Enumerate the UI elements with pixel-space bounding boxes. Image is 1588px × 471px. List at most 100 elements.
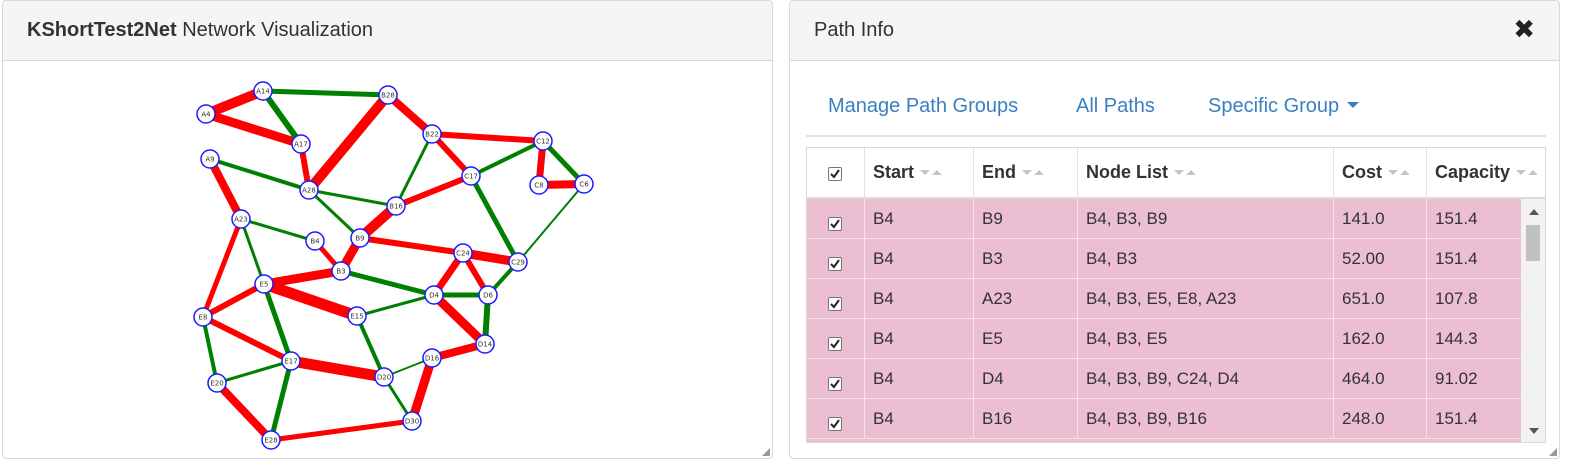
network-panel-resize-grip[interactable] xyxy=(762,448,770,456)
node-e5[interactable]: E5 xyxy=(254,274,274,294)
node-d16[interactable]: D16 xyxy=(422,348,442,368)
node-label: A9 xyxy=(205,156,214,164)
node-d30[interactable]: D30 xyxy=(402,411,422,431)
column-header-start[interactable]: Start xyxy=(865,148,974,197)
node-c24[interactable]: C24 xyxy=(453,243,473,263)
nav-manage-path-groups[interactable]: Manage Path Groups xyxy=(828,95,1018,118)
table-row[interactable]: B4 A23 B4, B3, E5, E8, A23 651.0 107.8 xyxy=(807,279,1521,319)
table-row[interactable]: B4 B16 B4, B3, B9, B16 248.0 151.4 xyxy=(807,399,1521,439)
table-body: B4 B9 B4, B3, B9 141.0 151.4 B4 B3 B4, B… xyxy=(807,199,1521,442)
edge-c6-c29[interactable] xyxy=(517,183,585,263)
row-checkbox[interactable] xyxy=(828,417,842,431)
node-e17[interactable]: E17 xyxy=(281,351,301,371)
chevron-down-icon xyxy=(1347,102,1360,108)
edge-d4-d14[interactable] xyxy=(430,291,489,348)
path-info-nav: Manage Path Groups All Paths Specific Gr… xyxy=(806,61,1546,137)
table-row[interactable]: B4 B9 B4, B3, B9 141.0 151.4 xyxy=(807,199,1521,239)
cell-capacity: 107.8 xyxy=(1435,289,1478,308)
node-c6[interactable]: C6 xyxy=(574,174,594,194)
node-label: D14 xyxy=(478,341,493,349)
node-e8[interactable]: E8 xyxy=(193,307,213,327)
node-a14[interactable]: A14 xyxy=(253,81,273,101)
edge-b3-d4[interactable] xyxy=(340,268,435,298)
edge-b9-c24[interactable] xyxy=(359,235,464,256)
node-a4[interactable]: A4 xyxy=(196,104,216,124)
column-header-node-list[interactable]: Node List xyxy=(1078,148,1334,197)
row-checkbox[interactable] xyxy=(828,297,842,311)
node-d6[interactable]: D6 xyxy=(478,285,498,305)
node-b4[interactable]: B4 xyxy=(305,231,325,251)
node-label: E5 xyxy=(260,281,269,289)
edge-c12-c17[interactable] xyxy=(470,139,544,178)
edge-d4-e15[interactable] xyxy=(356,293,435,318)
edge-a23-b4[interactable] xyxy=(240,217,316,243)
table-row[interactable]: B4 B3 B4, B3 52.00 151.4 xyxy=(807,239,1521,279)
path-info-resize-grip[interactable] xyxy=(1549,448,1557,456)
edge-e17-d20[interactable] xyxy=(290,355,385,383)
scroll-up-icon[interactable] xyxy=(1529,209,1539,215)
node-c29[interactable]: C29 xyxy=(508,252,528,272)
column-label-cost: Cost xyxy=(1342,162,1382,182)
row-checkbox[interactable] xyxy=(828,337,842,351)
row-checkbox[interactable] xyxy=(828,377,842,391)
edge-b22-c12[interactable] xyxy=(431,131,544,144)
nav-specific-group[interactable]: Specific Group xyxy=(1208,95,1360,118)
cell-capacity: 151.4 xyxy=(1435,209,1478,228)
node-e20[interactable]: E20 xyxy=(207,373,227,393)
node-a23[interactable]: A23 xyxy=(231,209,251,229)
node-c8[interactable]: C8 xyxy=(529,175,549,195)
node-b9[interactable]: B9 xyxy=(350,228,370,248)
network-graph[interactable]: A4 A14 B28 A9 A17 B22 C12 C17 C8 C6 A28 B16 A23 B4 B9 C… xyxy=(3,61,772,459)
check-icon xyxy=(830,339,840,349)
node-b16[interactable]: B16 xyxy=(386,196,406,216)
edge-c17-c29[interactable] xyxy=(468,174,521,264)
node-a17[interactable]: A17 xyxy=(291,134,311,154)
column-header-end[interactable]: End xyxy=(974,148,1078,197)
column-header-capacity[interactable]: Capacity xyxy=(1427,148,1545,197)
node-c12[interactable]: C12 xyxy=(533,131,553,151)
edge-d16-d30[interactable] xyxy=(407,356,437,423)
edge-e17-e28[interactable] xyxy=(268,360,294,441)
edge-e5-e15[interactable] xyxy=(262,278,359,322)
node-e15[interactable]: E15 xyxy=(347,306,367,326)
node-b22[interactable]: B22 xyxy=(422,124,442,144)
node-d20[interactable]: D20 xyxy=(374,367,394,387)
edge-e20-e28[interactable] xyxy=(214,380,274,443)
node-a28[interactable]: A28 xyxy=(299,180,319,200)
network-title-suffix: Network Visualization xyxy=(182,19,374,41)
node-b3[interactable]: B3 xyxy=(331,261,351,281)
table-row[interactable] xyxy=(807,439,1521,442)
edge-b28-a28[interactable] xyxy=(305,91,392,194)
table-row[interactable]: B4 E5 B4, B3, E5 162.0 144.3 xyxy=(807,319,1521,359)
scrollbar-thumb[interactable] xyxy=(1526,225,1540,261)
row-checkbox[interactable] xyxy=(828,217,842,231)
select-all-checkbox[interactable] xyxy=(828,167,842,181)
node-d14[interactable]: D14 xyxy=(475,334,495,354)
node-a9[interactable]: A9 xyxy=(200,149,220,169)
scroll-down-icon[interactable] xyxy=(1529,428,1539,434)
table-scrollbar[interactable] xyxy=(1521,199,1545,442)
node-d4[interactable]: D4 xyxy=(424,285,444,305)
column-header-cost[interactable]: Cost xyxy=(1334,148,1427,197)
node-c17[interactable]: C17 xyxy=(461,166,481,186)
row-checkbox[interactable] xyxy=(828,257,842,271)
check-icon xyxy=(830,379,840,389)
edge-a23-e5[interactable] xyxy=(239,218,266,285)
cell-capacity: 151.4 xyxy=(1435,249,1478,268)
edge-b3-e5[interactable] xyxy=(263,266,342,289)
edge-e28-d30[interactable] xyxy=(270,418,413,443)
node-label: D20 xyxy=(377,374,391,382)
table-row[interactable]: B4 D4 B4, B3, B9, C24, D4 464.0 91.02 xyxy=(807,359,1521,399)
edge-e8-e20[interactable] xyxy=(201,316,219,384)
node-b28[interactable]: B28 xyxy=(378,85,398,105)
table-header: Start End Node List Cost Capacity xyxy=(807,148,1545,199)
nav-all-paths[interactable]: All Paths xyxy=(1076,95,1155,118)
path-info-header: Path Info ✖ xyxy=(790,1,1559,61)
close-icon[interactable]: ✖ xyxy=(1513,15,1535,43)
row-checkbox-cell xyxy=(807,199,865,238)
cell-cost: 248.0 xyxy=(1334,399,1427,438)
cell-node-list: B4, B3, B9, C24, D4 xyxy=(1078,359,1334,398)
node-e28[interactable]: E28 xyxy=(261,430,281,450)
edge-a14-b28[interactable] xyxy=(262,88,389,98)
edge-e17-e20[interactable] xyxy=(216,359,292,385)
